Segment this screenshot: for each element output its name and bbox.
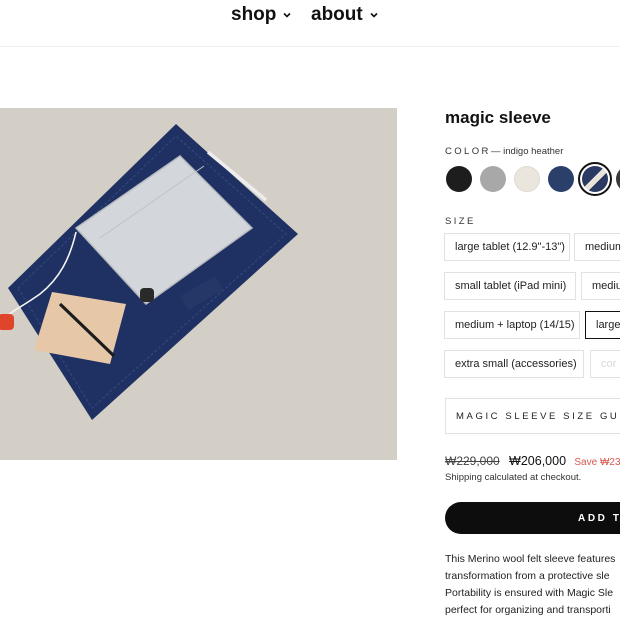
color-label: COLOR bbox=[445, 146, 491, 157]
swatch-indigo-heather[interactable] bbox=[578, 162, 612, 196]
product-image[interactable] bbox=[0, 108, 397, 460]
size-option-selected[interactable]: large bbox=[585, 311, 620, 339]
swatch-grey[interactable] bbox=[480, 166, 506, 192]
size-guide-button[interactable]: MAGIC SLEEVE SIZE GUIDE bbox=[445, 398, 620, 434]
swatch-black[interactable] bbox=[446, 166, 472, 192]
nav-about-label: about bbox=[311, 4, 363, 25]
add-to-cart-button[interactable]: ADD T bbox=[445, 502, 620, 534]
swatch-navy[interactable] bbox=[548, 166, 574, 192]
size-option[interactable]: medium + laptop (14/15) bbox=[444, 311, 580, 339]
size-option[interactable]: small tablet (iPad mini) bbox=[444, 272, 576, 300]
size-option[interactable]: medium bbox=[574, 233, 620, 261]
size-option[interactable]: extra small (accessories) bbox=[444, 350, 584, 378]
price-row: ₩229,000 ₩206,000 Save ₩23,0 bbox=[445, 454, 620, 468]
nav-shop-label: shop bbox=[231, 4, 277, 25]
swatch-natural[interactable] bbox=[514, 166, 540, 192]
description-line: This Merino wool felt sleeve features bbox=[445, 553, 616, 565]
sale-price: ₩206,000 bbox=[509, 454, 567, 468]
description-line: perfect for organizing and transporti bbox=[445, 604, 611, 616]
top-nav: shop about bbox=[0, 0, 620, 47]
savings-badge: Save ₩23,0 bbox=[574, 457, 620, 468]
chevron-down-icon bbox=[283, 12, 291, 18]
shipping-note: Shipping calculated at checkout. bbox=[445, 472, 582, 483]
product-title: magic sleeve bbox=[445, 108, 551, 127]
chevron-down-icon bbox=[370, 12, 378, 18]
swatch-charcoal[interactable] bbox=[616, 166, 620, 192]
nav-shop[interactable]: shop bbox=[231, 4, 292, 26]
size-option-unavailable[interactable]: cor bbox=[590, 350, 620, 378]
description-line: transformation from a protective sle bbox=[445, 570, 610, 582]
size-label: SIZE bbox=[445, 216, 476, 227]
product-photo-illustration bbox=[0, 108, 397, 460]
size-option[interactable]: mediu bbox=[581, 272, 620, 300]
size-option[interactable]: large tablet (12.9"-13") bbox=[444, 233, 570, 261]
color-value: — indigo heather bbox=[491, 146, 564, 157]
original-price: ₩229,000 bbox=[445, 454, 500, 468]
nav-about[interactable]: about bbox=[311, 4, 379, 26]
description-line: Portability is ensured with Magic Sle bbox=[445, 587, 614, 599]
